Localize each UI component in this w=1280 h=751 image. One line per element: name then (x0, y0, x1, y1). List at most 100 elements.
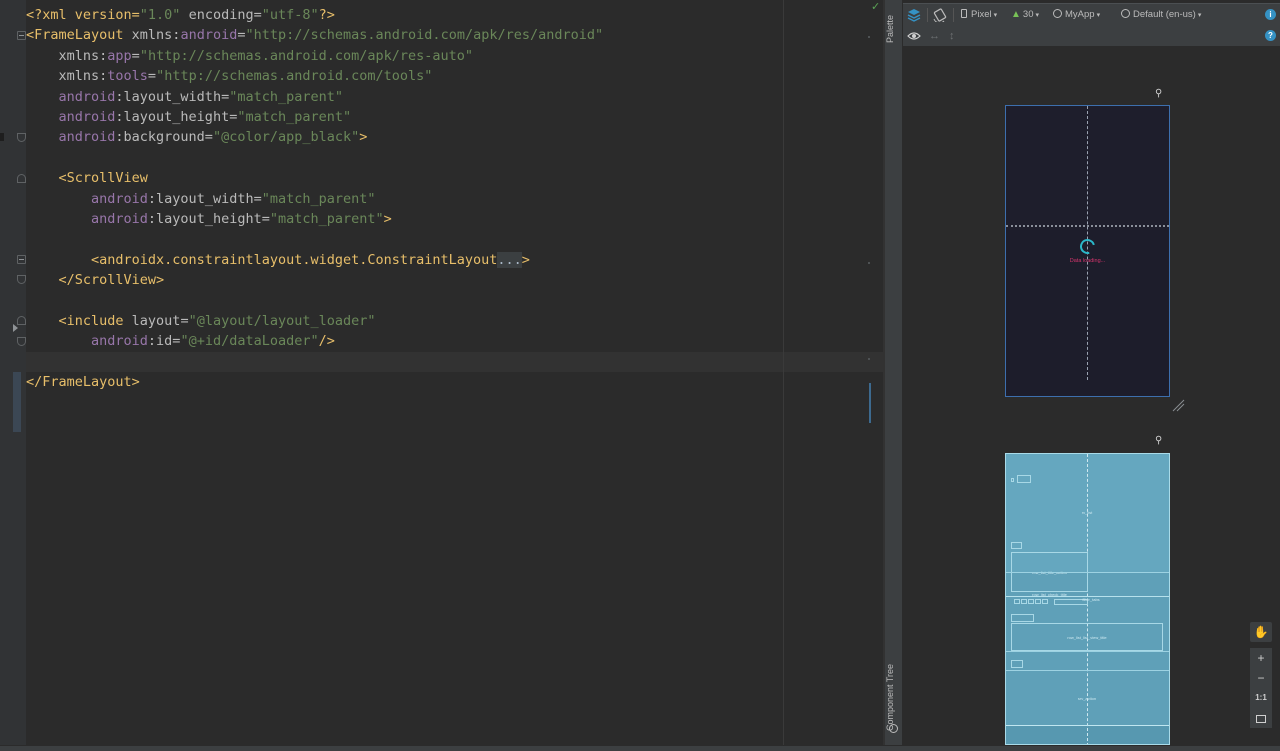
code-line[interactable]: xmlns:tools="http://schemas.android.com/… (26, 66, 433, 86)
code-token: :layout_width= (115, 88, 230, 105)
code-token: encoding= (180, 7, 262, 23)
fold-toggle-icon[interactable] (17, 174, 26, 183)
blueprint-widget[interactable] (1011, 478, 1014, 482)
code-token: <include (26, 313, 132, 329)
design-pane: Pixel ▾ ▲ 30 ▾ MyApp ▾ Default (en-us) ▾ i ↔ … (903, 0, 1280, 745)
code-token: ?> (318, 7, 335, 23)
fold-toggle-icon[interactable] (17, 31, 26, 40)
chevron-down-icon: ▾ (1035, 12, 1039, 19)
code-token: <androidx.constraintlayout.widget.Constr… (26, 251, 498, 268)
design-preview-screen[interactable]: Data loading... (1005, 105, 1170, 397)
blueprint-widget[interactable] (1017, 475, 1031, 483)
info-icon[interactable]: ? (1265, 30, 1276, 41)
code-token: xmlns: (26, 47, 108, 64)
code-line[interactable]: </FrameLayout> (26, 372, 140, 392)
blueprint-label: srv_action (1077, 696, 1097, 701)
breakpoint-arrow-icon (13, 324, 18, 332)
code-line[interactable]: </ScrollView> (26, 270, 165, 290)
pin-icon[interactable]: ⚲ (1155, 436, 1163, 446)
fold-end-icon[interactable] (17, 337, 26, 346)
chevron-down-icon: ▾ (993, 12, 998, 19)
device-selector[interactable]: Pixel ▾ (961, 7, 997, 23)
code-token: "http://schemas.android.com/apk/res/andr… (245, 27, 604, 44)
tab-component-tree[interactable]: Component Tree (885, 658, 903, 736)
code-token: app (107, 47, 132, 64)
check-icon[interactable]: ✓ (871, 1, 881, 12)
code-line[interactable]: xmlns:app="http://schemas.android.com/ap… (26, 46, 474, 66)
theme-selector[interactable]: MyApp ▾ (1053, 7, 1100, 23)
zoom-to-fit-button[interactable] (1250, 708, 1272, 728)
code-token: > (359, 129, 368, 146)
chevron-down-icon: ▾ (1096, 12, 1101, 19)
blueprint-widget[interactable] (1028, 599, 1034, 604)
globe-icon (1121, 9, 1130, 18)
fold-end-icon[interactable] (17, 133, 26, 142)
editor-scrollbar-thumb[interactable] (869, 383, 871, 423)
code-token: "utf-8" (261, 7, 319, 23)
blueprint-widget[interactable] (1011, 614, 1034, 622)
collapsed-fold-placeholder[interactable]: ... (497, 251, 522, 268)
zoom-out-button[interactable]: − (1250, 668, 1272, 688)
blueprint-widget[interactable] (1042, 599, 1048, 604)
code-line[interactable]: <androidx.constraintlayout.widget.Constr… (26, 250, 530, 270)
code-line[interactable]: <include layout="@layout/layout_loader" (26, 311, 376, 331)
blueprint-widget[interactable] (1035, 599, 1041, 604)
fold-toggle-icon[interactable] (17, 316, 26, 325)
tab-palette[interactable]: Palette (885, 6, 903, 52)
code-token: "match_parent" (229, 88, 343, 105)
blueprint-widget[interactable] (1021, 599, 1027, 604)
eye-icon[interactable] (907, 29, 921, 43)
blueprint-widget[interactable] (1011, 660, 1023, 668)
code-line[interactable]: <FrameLayout xmlns:android="http://schem… (26, 25, 603, 45)
code-token: = (147, 68, 157, 85)
code-line[interactable]: <?xml version="1.0" encoding="utf-8"?> (26, 5, 335, 25)
code-token: android (26, 211, 148, 227)
pan-hand-icon[interactable]: ✋ (1250, 622, 1272, 642)
code-token: "1.0" (139, 7, 181, 23)
code-line[interactable]: android:layout_width="match_parent" (26, 87, 344, 107)
layers-icon[interactable] (907, 8, 921, 22)
code-token: <ScrollView (26, 170, 148, 187)
fold-end-icon[interactable] (17, 275, 26, 284)
api-level-selector[interactable]: ▲ 30 ▾ (1011, 7, 1039, 23)
zoom-in-button[interactable]: + (1250, 648, 1272, 668)
code-token: "http://schemas.android.com/apk/res-auto… (139, 47, 474, 64)
code-line[interactable]: android:layout_width="match_parent" (26, 189, 376, 209)
design-toolbar: Pixel ▾ ▲ 30 ▾ MyApp ▾ Default (en-us) ▾ i (903, 3, 1280, 25)
locale-label: Default (en-us) (1133, 9, 1196, 20)
theme-icon (1053, 9, 1062, 18)
blueprint-divider (1006, 725, 1169, 726)
code-token: android (26, 333, 148, 350)
code-token: "match_parent" (269, 211, 384, 227)
code-token: "@color/app_black" (212, 129, 360, 146)
code-token: android (180, 27, 238, 44)
code-token: android (26, 109, 116, 125)
code-line[interactable]: <ScrollView (26, 168, 148, 188)
expand-fold-icon[interactable] (17, 255, 26, 264)
code-line[interactable]: android:id="@+id/dataLoader"/> (26, 331, 335, 351)
phone-icon (961, 9, 967, 18)
code-line[interactable]: android:background="@color/app_black"> (26, 127, 368, 147)
vertical-resize-icon[interactable]: ↕ (949, 28, 955, 44)
device-label: Pixel (971, 9, 992, 20)
xml-editor[interactable]: <?xml version="1.0" encoding="utf-8"?> <F… (0, 0, 883, 751)
blueprint-label: row_list_list_view_title (1067, 635, 1107, 640)
info-icon[interactable]: i (1265, 9, 1276, 20)
pin-icon[interactable]: ⚲ (1155, 89, 1163, 99)
code-token: /> (318, 333, 335, 350)
code-line[interactable]: android:layout_height="match_parent"> (26, 209, 392, 229)
code-token: = (131, 47, 140, 64)
blueprint-widget[interactable] (1011, 542, 1022, 549)
locale-selector[interactable]: Default (en-us) ▾ (1121, 7, 1201, 23)
zoom-actual-size-button[interactable]: 1:1 (1250, 688, 1272, 708)
blueprint-screen[interactable]: rv_list row_list_title_action row_list_c… (1005, 453, 1170, 745)
fold-region-indicator (13, 372, 21, 432)
side-tool-strip: Palette Component Tree (885, 0, 903, 745)
code-token: :id= (147, 333, 181, 350)
orientation-icon[interactable] (933, 8, 947, 22)
resize-handle-icon[interactable] (1171, 398, 1185, 412)
code-line[interactable]: android:layout_height="match_parent" (26, 107, 352, 127)
code-token: <?xml version= (26, 7, 140, 23)
horizontal-resize-icon[interactable]: ↔ (929, 28, 940, 44)
blueprint-widget[interactable] (1014, 599, 1020, 604)
